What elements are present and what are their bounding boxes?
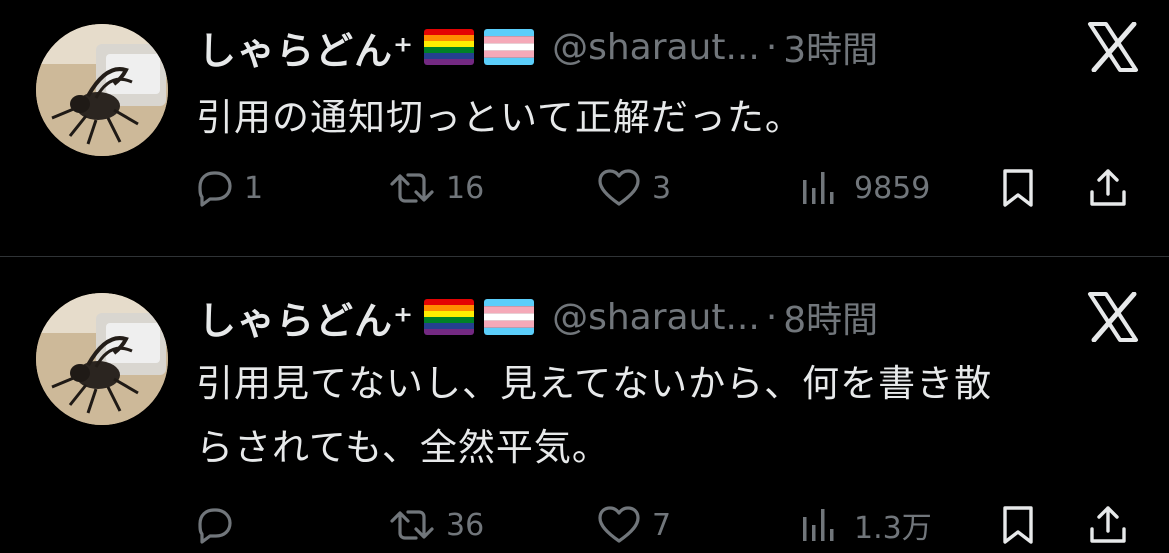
separator-dot: · xyxy=(765,296,778,338)
like-count: 7 xyxy=(652,507,672,543)
timestamp[interactable]: 8時間 xyxy=(783,291,878,343)
bookmark-button[interactable] xyxy=(996,497,1040,553)
views-button[interactable]: 1.3万 xyxy=(798,497,932,553)
avatar[interactable] xyxy=(36,293,168,425)
retweet-count: 36 xyxy=(446,507,485,543)
tweet-text-line: らされても、全然平気。 xyxy=(196,426,610,469)
like-button[interactable]: 7 xyxy=(596,497,671,553)
tweet-header: しゃらどん⁺ @sharaut... · 8時間 xyxy=(198,290,878,344)
tweet-text-line: 引用見てないし、見えてないから、何を書き散 xyxy=(196,362,993,405)
tweet-text: 引用見てないし、見えてないから、何を書き散 らされても、全然平気。 xyxy=(196,352,992,480)
tweet[interactable]: しゃらどん⁺ @sharaut... · 8時間 引用見てないし、見えてないから… xyxy=(0,0,1169,552)
retweet-button[interactable]: 36 xyxy=(388,497,484,553)
share-icon xyxy=(1086,503,1130,547)
reply-button[interactable] xyxy=(192,497,244,553)
views-icon xyxy=(798,505,844,545)
retweet-icon xyxy=(388,505,436,545)
rainbow-flag-icon xyxy=(424,299,475,335)
transgender-flag-icon xyxy=(484,299,535,335)
reply-icon xyxy=(192,505,234,545)
display-name[interactable]: しゃらどん⁺ xyxy=(198,290,414,345)
share-button[interactable] xyxy=(1086,497,1130,553)
views-count: 1.3万 xyxy=(854,511,932,546)
bookmark-icon xyxy=(996,503,1040,547)
heart-icon xyxy=(596,505,642,545)
handle[interactable]: @sharaut... xyxy=(552,297,760,338)
action-bar: 36 7 1.3万 xyxy=(0,497,1169,553)
x-logo-icon xyxy=(1086,292,1140,342)
